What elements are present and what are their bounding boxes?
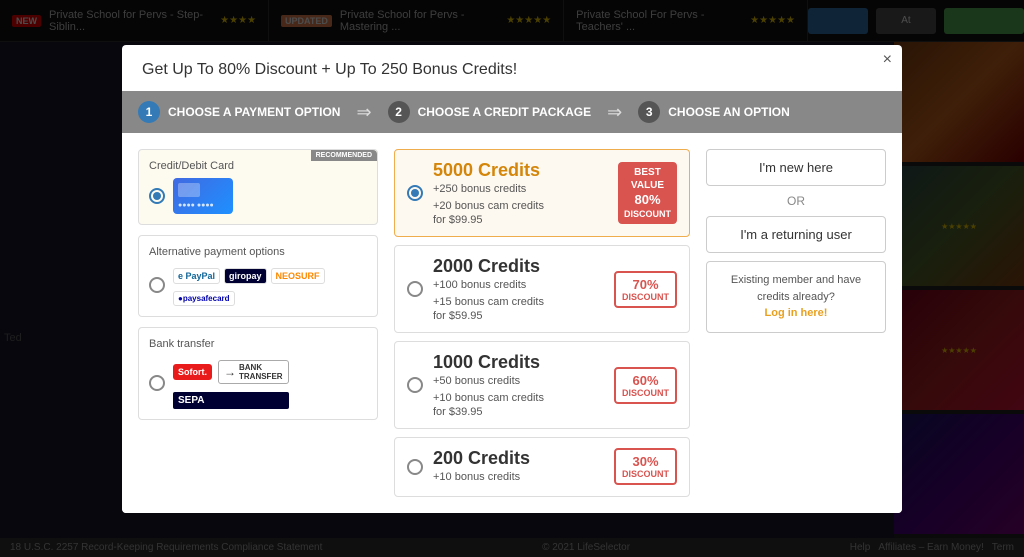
steps-bar: 1 CHOOSE A PAYMENT OPTION ⇒ 2 CHOOSE A C… <box>122 91 902 133</box>
package-200-info: 200 Credits +10 bonus credits <box>433 448 604 486</box>
credit-package-2000[interactable]: 2000 Credits +100 bonus credits +15 bonu… <box>394 245 690 333</box>
step-3-label: CHOOSE AN OPTION <box>668 105 790 119</box>
credits-column: 5000 Credits +250 bonus credits +20 bonu… <box>394 149 690 497</box>
package-1000-amount: 1000 Credits <box>433 352 604 373</box>
bank-visual: Sofort. → BANKTRANSFER <box>173 360 289 384</box>
step-1: 1 CHOOSE A PAYMENT OPTION <box>138 101 340 123</box>
bank-radio[interactable] <box>149 375 165 391</box>
card-row: ●●●● ●●●● <box>149 178 367 214</box>
package-2000-badge: 70% DISCOUNT <box>614 271 677 308</box>
existing-member-text: Existing member and have credits already… <box>731 274 861 303</box>
step-1-num: 1 <box>138 101 160 123</box>
epaypal-logo: e PayPal <box>173 268 220 284</box>
payment-option-bank[interactable]: Bank transfer Sofort. → BANKTRANSFER SEP… <box>138 327 378 420</box>
giropay-logo: giropay <box>224 268 267 284</box>
package-2000-bonus: +100 bonus credits +15 bonus cam credits <box>433 277 604 310</box>
bank-logos: Sofort. → BANKTRANSFER SEPA <box>173 356 289 409</box>
step-3: 3 CHOOSE AN OPTION <box>638 101 790 123</box>
close-button[interactable]: × <box>883 51 892 69</box>
modal-dialog: × Get Up To 80% Discount + Up To 250 Bon… <box>122 45 902 513</box>
package-5000-amount: 5000 Credits <box>433 160 608 181</box>
alt-radio[interactable] <box>149 277 165 293</box>
package-200-amount: 200 Credits <box>433 448 604 469</box>
modal-body: RECOMMENDED Credit/Debit Card ●●●● ●●●● … <box>122 133 902 513</box>
payment-option-card[interactable]: RECOMMENDED Credit/Debit Card ●●●● ●●●● <box>138 149 378 225</box>
step-arrow-1: ⇒ <box>356 102 371 123</box>
bank-label: Bank transfer <box>149 338 367 350</box>
alt-row: e PayPal giropay NEOSURF ●paysafecard <box>149 264 367 306</box>
alt-label: Alternative payment options <box>149 246 367 258</box>
login-cta: Existing member and have credits already… <box>706 261 886 333</box>
credit-package-1000[interactable]: 1000 Credits +50 bonus credits +10 bonus… <box>394 341 690 429</box>
package-200-bonus: +10 bonus credits <box>433 469 604 486</box>
step-2: 2 CHOOSE A CREDIT PACKAGE <box>388 101 592 123</box>
step-arrow-2: ⇒ <box>607 102 622 123</box>
returning-user-button[interactable]: I'm a returning user <box>706 216 886 253</box>
package-2000-info: 2000 Credits +100 bonus credits +15 bonu… <box>433 256 604 322</box>
package-2000-amount: 2000 Credits <box>433 256 604 277</box>
neosurf-logo: NEOSURF <box>271 268 325 284</box>
step-3-num: 3 <box>638 101 660 123</box>
bank-transfer-logo: → BANKTRANSFER <box>218 360 289 384</box>
card-radio[interactable] <box>149 188 165 204</box>
new-user-button[interactable]: I'm new here <box>706 149 886 186</box>
package-200-badge: 30% DISCOUNT <box>614 448 677 485</box>
package-200-radio[interactable] <box>407 459 423 475</box>
card-label: Credit/Debit Card <box>149 160 367 172</box>
package-5000-info: 5000 Credits +250 bonus credits +20 bonu… <box>433 160 608 226</box>
package-5000-bonus: +250 bonus credits +20 bonus cam credits <box>433 181 608 214</box>
sepa-logo: SEPA <box>173 392 289 409</box>
best-value-badge: BEST VALUE 80% DISCOUNT <box>618 162 677 225</box>
payment-column: RECOMMENDED Credit/Debit Card ●●●● ●●●● … <box>138 149 378 497</box>
package-1000-bonus: +50 bonus credits +10 bonus cam credits <box>433 373 604 406</box>
sofort-logo: Sofort. <box>173 364 212 380</box>
alt-logos: e PayPal giropay NEOSURF ●paysafecard <box>173 268 367 306</box>
credit-package-200[interactable]: 200 Credits +10 bonus credits 30% DISCOU… <box>394 437 690 497</box>
package-1000-radio[interactable] <box>407 377 423 393</box>
modal-title: Get Up To 80% Discount + Up To 250 Bonus… <box>122 45 902 91</box>
step-2-num: 2 <box>388 101 410 123</box>
card-visual: ●●●● ●●●● <box>173 178 233 214</box>
package-2000-radio[interactable] <box>407 281 423 297</box>
psc-logo: ●paysafecard <box>173 291 235 306</box>
package-1000-info: 1000 Credits +50 bonus credits +10 bonus… <box>433 352 604 418</box>
package-1000-badge: 60% DISCOUNT <box>614 367 677 404</box>
recommended-badge: RECOMMENDED <box>311 150 377 161</box>
login-link[interactable]: Log in here! <box>765 307 828 319</box>
package-2000-price: for $59.95 <box>433 310 604 322</box>
or-divider: OR <box>706 194 886 208</box>
psc-row: ●paysafecard <box>173 288 367 306</box>
step-2-label: CHOOSE A CREDIT PACKAGE <box>418 105 592 119</box>
step-1-label: CHOOSE A PAYMENT OPTION <box>168 105 340 119</box>
payment-option-alt[interactable]: Alternative payment options e PayPal gir… <box>138 235 378 317</box>
bank-row: Sofort. → BANKTRANSFER SEPA <box>149 356 367 409</box>
package-5000-radio[interactable] <box>407 185 423 201</box>
right-column: I'm new here OR I'm a returning user Exi… <box>706 149 886 497</box>
package-5000-price: for $99.95 <box>433 214 608 226</box>
credit-package-5000[interactable]: 5000 Credits +250 bonus credits +20 bonu… <box>394 149 690 237</box>
package-1000-price: for $39.95 <box>433 406 604 418</box>
